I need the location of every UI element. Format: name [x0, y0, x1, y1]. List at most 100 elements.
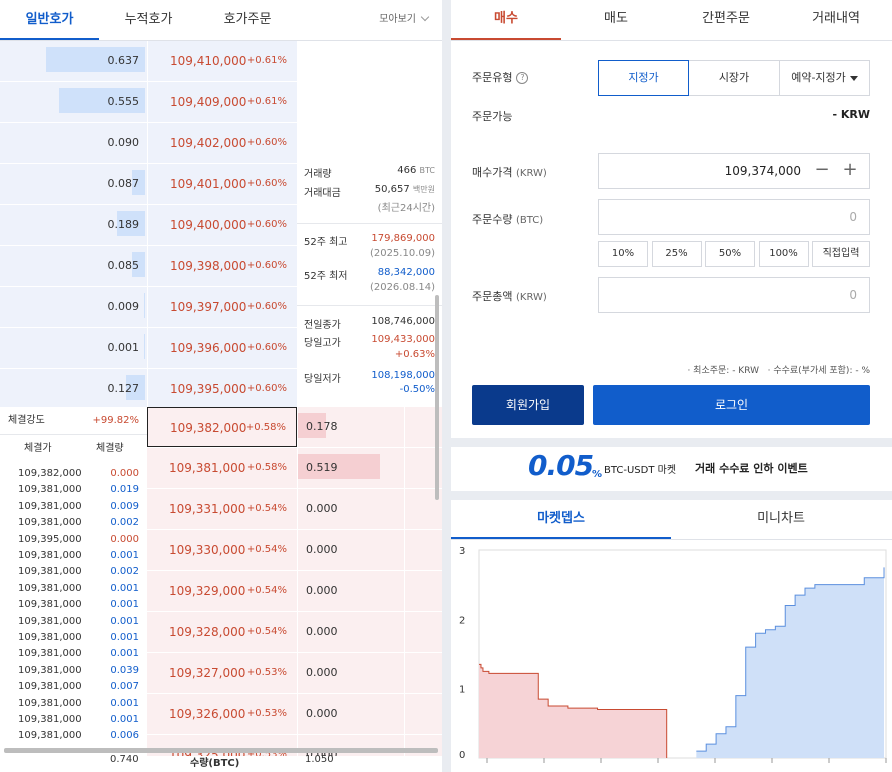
bid-price-cell[interactable]: 109,326,000 +0.53% [147, 694, 297, 734]
trade-price: 109,381,000 [18, 730, 82, 742]
ask-qty-cell: 0.189 [0, 205, 147, 245]
ask-change: +0.60% [246, 342, 287, 353]
bid-price-cell[interactable]: 109,382,000 +0.58% [147, 407, 297, 447]
tab-general-orderbook[interactable]: 일반호가 [0, 0, 99, 40]
tab-sell[interactable]: 매도 [561, 0, 671, 40]
ask-qty-cell: 0.090 [0, 123, 147, 163]
bid-change: +0.58% [245, 422, 286, 433]
horizontal-scrollbar[interactable] [4, 748, 438, 753]
ask-price-cell[interactable]: 109,401,000 +0.60% [147, 164, 297, 204]
tab-buy[interactable]: 매수 [451, 0, 561, 40]
vertical-scrollbar[interactable] [435, 295, 439, 500]
order-qty-input[interactable]: 0 [598, 199, 870, 235]
ask-row[interactable]: 0.127 109,395,000 +0.60% [0, 369, 297, 410]
ask-price-cell[interactable]: 109,395,000 +0.60% [147, 369, 297, 409]
tab-cumulative-orderbook[interactable]: 누적호가 [99, 0, 198, 40]
bid-change: +0.54% [246, 626, 287, 637]
tab-trade-history[interactable]: 거래내역 [781, 0, 891, 40]
pct-25-button[interactable]: 25% [651, 241, 702, 267]
ask-price: 109,395,000 [170, 382, 247, 396]
bid-row[interactable]: 109,331,000 +0.54% 0.000 [147, 489, 442, 530]
order-total-input[interactable]: 0 [598, 277, 870, 313]
buy-price-input[interactable]: 109,374,000 − + [598, 153, 870, 189]
bid-row[interactable]: 109,329,000 +0.54% 0.000 [147, 571, 442, 612]
ask-row[interactable]: 0.189 109,400,000 +0.60% [0, 205, 297, 246]
trade-qty: 0.001 [110, 582, 139, 594]
trade-price: 109,381,000 [18, 648, 82, 660]
ask-row[interactable]: 0.087 109,401,000 +0.60% [0, 164, 297, 205]
direct-input-button[interactable]: 직접입력 [812, 241, 870, 267]
tab-mini-chart[interactable]: 미니차트 [671, 500, 891, 539]
bid-row[interactable]: 109,330,000 +0.54% 0.000 [147, 530, 442, 571]
bid-price: 109,327,000 [169, 666, 246, 680]
volume-unit: BTC [419, 166, 436, 175]
promo-banner[interactable]: 0.05 % BTC-USDT 마켓 거래 수수료 인하 이벤트 [451, 447, 892, 491]
pct-50-button[interactable]: 50% [705, 241, 755, 267]
orderbook-summary: 0.740 수량(BTC) 1.050 [0, 754, 442, 772]
trade-price: 109,381,000 [18, 500, 82, 512]
ask-price-cell[interactable]: 109,410,000 +0.61% [147, 41, 297, 81]
trade-row: 109,381,000 0.001 [0, 581, 147, 597]
view-mode-dropdown[interactable]: 모아보기 [379, 0, 430, 40]
bid-price-cell[interactable]: 109,331,000 +0.54% [147, 489, 297, 529]
ask-row[interactable]: 0.090 109,402,000 +0.60% [0, 123, 297, 164]
depth-chart-panel: 마켓뎁스 미니차트 0 1 2 3 [451, 500, 892, 772]
ask-price-cell[interactable]: 109,397,000 +0.60% [147, 287, 297, 327]
bid-qty: 0.000 [306, 502, 338, 515]
bid-extra-cell [404, 694, 442, 734]
info-low52-date: (2026.08.14) [304, 282, 435, 296]
ask-price-cell[interactable]: 109,398,000 +0.60% [147, 246, 297, 286]
trade-row: 109,381,000 0.001 [0, 696, 147, 712]
bid-price-cell[interactable]: 109,381,000 +0.58% [147, 448, 297, 488]
bid-row[interactable]: 109,382,000 +0.58% 0.178 [147, 407, 442, 448]
bid-qty-cell: 0.000 [297, 571, 404, 611]
bid-row[interactable]: 109,328,000 +0.54% 0.000 [147, 612, 442, 653]
strength-value: +99.82% [92, 415, 139, 426]
info-volume: 거래량 466 BTC [304, 165, 436, 180]
day-high-change: +0.63% [394, 349, 435, 360]
pct-10-button[interactable]: 10% [598, 241, 648, 267]
bid-price-cell[interactable]: 109,329,000 +0.54% [147, 571, 297, 611]
trade-row: 109,381,000 0.039 [0, 663, 147, 679]
ask-row[interactable]: 0.001 109,396,000 +0.60% [0, 328, 297, 369]
ask-row[interactable]: 0.085 109,398,000 +0.60% [0, 246, 297, 287]
trade-qty: 0.001 [110, 648, 139, 660]
signup-button[interactable]: 회원가입 [472, 385, 584, 425]
login-button[interactable]: 로그인 [593, 385, 870, 425]
trade-header: 체결가 체결량 [0, 435, 147, 463]
ask-price-cell[interactable]: 109,402,000 +0.60% [147, 123, 297, 163]
bid-row[interactable]: 109,326,000 +0.53% 0.000 [147, 694, 442, 735]
ask-price-cell[interactable]: 109,396,000 +0.60% [147, 328, 297, 368]
price-increase-button[interactable]: + [837, 154, 863, 188]
price-decrease-button[interactable]: − [809, 154, 835, 188]
tab-orderbook-order[interactable]: 호가주문 [198, 0, 297, 40]
ask-row[interactable]: 0.555 109,409,000 +0.61% [0, 82, 297, 123]
qty-label: 주문수량 (BTC) [472, 211, 543, 227]
ask-row[interactable]: 0.637 109,410,000 +0.61% [0, 41, 297, 82]
limit-order-button[interactable]: 지정가 [598, 60, 689, 96]
ask-price-cell[interactable]: 109,400,000 +0.60% [147, 205, 297, 245]
ask-price-cell[interactable]: 109,409,000 +0.61% [147, 82, 297, 122]
pct-100-button[interactable]: 100% [758, 241, 809, 267]
orderbook-tabs: 일반호가 누적호가 호가주문 모아보기 [0, 0, 442, 41]
help-icon[interactable]: ? [516, 72, 529, 84]
info-amount: 거래대금 50,657 백만원 [304, 184, 435, 199]
day-low-value: 108,198,000 [371, 370, 435, 381]
summary-ask-total: 0.740 [110, 754, 139, 765]
tab-market-depth[interactable]: 마켓뎁스 [451, 500, 671, 539]
bid-row[interactable]: 109,327,000 +0.53% 0.000 [147, 653, 442, 694]
trade-qty: 0.019 [110, 484, 139, 496]
order-type-label: 주문유형? [472, 69, 529, 85]
bid-price-cell[interactable]: 109,330,000 +0.54% [147, 530, 297, 570]
bid-price-cell[interactable]: 109,328,000 +0.54% [147, 612, 297, 652]
tab-quick-order[interactable]: 간편주문 [671, 0, 781, 40]
ask-qty: 0.637 [107, 54, 140, 67]
reserve-limit-dropdown[interactable]: 예약-지정가 [780, 60, 870, 96]
market-order-button[interactable]: 시장가 [689, 60, 780, 96]
trade-price: 109,381,000 [18, 566, 82, 578]
ask-row[interactable]: 0.009 109,397,000 +0.60% [0, 287, 297, 328]
info-low52: 52주 최저 88,342,000 [304, 267, 435, 282]
bid-price-cell[interactable]: 109,327,000 +0.53% [147, 653, 297, 693]
bid-row[interactable]: 109,381,000 +0.58% 0.519 [147, 448, 442, 489]
trade-row: 109,381,000 0.001 [0, 646, 147, 662]
